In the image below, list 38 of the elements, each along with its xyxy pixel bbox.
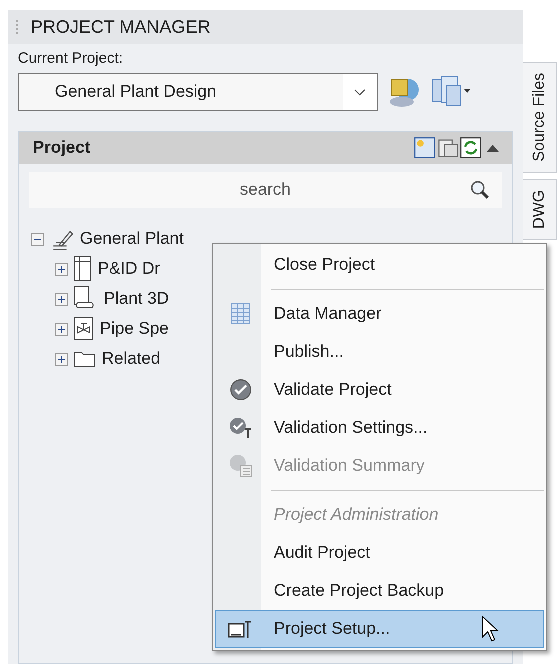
tree-item[interactable]: Related	[102, 349, 161, 369]
menu-item[interactable]: Validation Settings...	[215, 409, 544, 447]
menu-item[interactable]: Project Setup...	[215, 610, 544, 648]
search-field[interactable]: search	[29, 172, 502, 208]
expand-toggle[interactable]	[55, 352, 68, 366]
menu-heading: Project Administration	[273, 505, 439, 525]
valve-sheet-icon	[74, 317, 94, 341]
chevron-down-icon	[354, 88, 366, 96]
menu-item[interactable]: Publish...	[215, 333, 544, 371]
expand-toggle[interactable]	[55, 262, 68, 276]
sheet-icon	[74, 256, 92, 282]
collapse-toggle[interactable]	[31, 232, 44, 246]
panel-title: PROJECT MANAGER	[31, 16, 211, 38]
menu-item[interactable]: Create Project Backup	[215, 572, 544, 610]
project-dropdown[interactable]: General Plant Design	[18, 73, 378, 111]
tree-item[interactable]: Pipe Spe	[100, 319, 169, 339]
expand-toggle[interactable]	[55, 322, 68, 336]
grid-icon	[231, 303, 251, 325]
check-list-icon	[229, 454, 253, 478]
menu-item[interactable]: Data Manager	[215, 295, 544, 333]
tree-item[interactable]: General Plant	[80, 229, 184, 249]
tree-item[interactable]: Plant 3D	[104, 289, 170, 309]
side-tab[interactable]: Source Files	[523, 62, 557, 173]
check-wrench-icon	[229, 417, 253, 439]
menu-item[interactable]: Close Project	[215, 246, 544, 284]
folder-icon	[74, 350, 96, 368]
folders-icon	[436, 137, 460, 159]
section-title: Project	[33, 138, 92, 158]
field-label: Current Project:	[18, 50, 124, 67]
tree-item[interactable]: P&ID Dr	[98, 259, 160, 279]
menu-item[interactable]: Validate Project	[215, 371, 544, 409]
refresh-icon	[460, 137, 482, 159]
new-icon	[414, 137, 436, 159]
grip-handle[interactable]	[16, 20, 21, 34]
check-circle-icon	[230, 379, 252, 401]
menu-item[interactable]: Audit Project	[215, 534, 544, 572]
expand-toggle[interactable]	[55, 292, 68, 306]
side-tab[interactable]: DWG	[523, 178, 557, 240]
